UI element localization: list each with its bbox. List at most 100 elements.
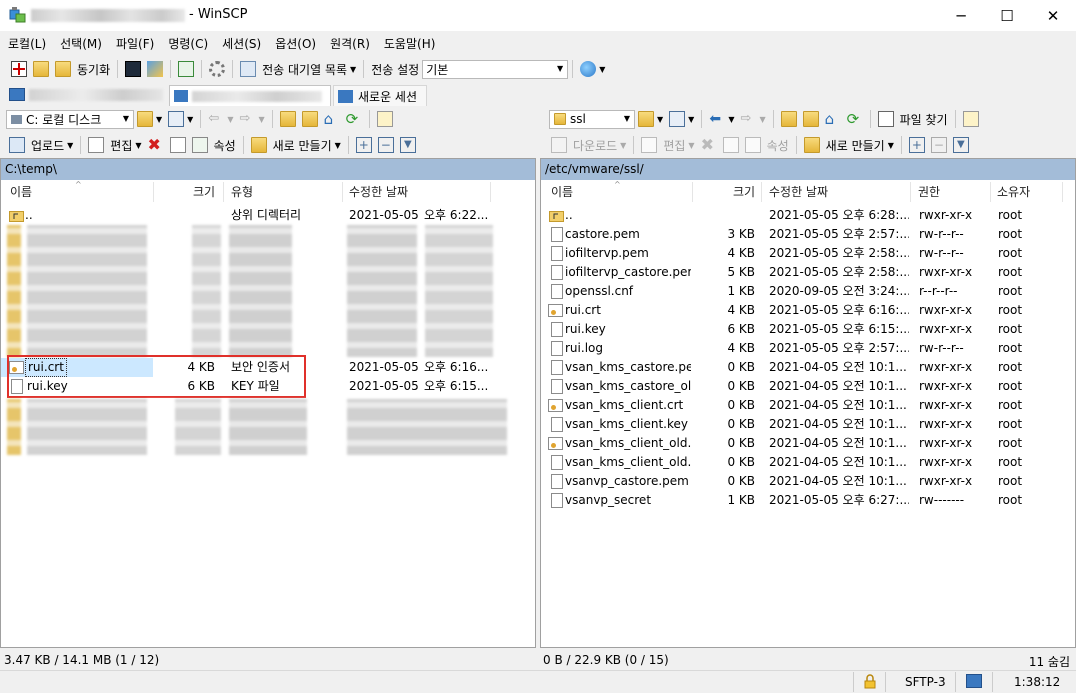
open-folder-icon[interactable]	[137, 111, 153, 127]
globe-icon[interactable]	[580, 61, 597, 77]
table-row[interactable]: .. 상위 디렉터리 2021-05-05 오후 6:22...	[1, 206, 535, 225]
table-row[interactable]: vsan_kms_castore.pem 0 KB 2021-04-05 오전 10…	[541, 358, 1075, 377]
filter-icon[interactable]	[168, 111, 185, 127]
properties-label[interactable]: 속성	[214, 137, 236, 154]
chevron-down-icon[interactable]: ▼	[688, 115, 694, 124]
menu-select[interactable]: 선택(M)	[52, 33, 108, 55]
session-tab-active[interactable]	[169, 85, 331, 106]
transfer-queue-label[interactable]: 전송 대기열 목록	[262, 61, 347, 78]
table-row[interactable]: vsan_kms_client.crt 0 KB 2021-04-05 오전 10:…	[541, 396, 1075, 415]
tree-icon[interactable]	[962, 111, 979, 127]
col-name-header[interactable]: 이름	[551, 182, 573, 202]
home-icon[interactable]: ⌂	[324, 111, 340, 127]
synchronize-label[interactable]: 동기화	[77, 61, 110, 78]
local-path-bar[interactable]: C:\temp\	[1, 159, 535, 180]
unselect-minus-icon[interactable]: −	[377, 137, 394, 153]
chevron-down-icon[interactable]: ▼	[888, 141, 894, 150]
tree-icon[interactable]	[376, 111, 393, 127]
root-dir-icon[interactable]	[802, 111, 819, 127]
delete-icon[interactable]: ✖	[148, 137, 164, 153]
local-drive-select[interactable]: C: 로컬 디스크 ▼	[6, 109, 134, 129]
find-files-icon[interactable]	[877, 111, 894, 127]
new-folder-icon[interactable]	[803, 137, 820, 153]
edit-label[interactable]: 편집	[110, 137, 132, 154]
table-row[interactable]: vsanvp_castore.pem 0 KB 2021-04-05 오전 10:1…	[541, 472, 1075, 491]
table-row[interactable]: iofiltervp_castore.pem 5 KB 2021-05-05 오후 …	[541, 263, 1075, 282]
chevron-down-icon[interactable]: ▼	[350, 65, 356, 74]
menu-session[interactable]: 세션(S)	[214, 33, 267, 55]
table-row[interactable]: vsanvp_secret 1 KB 2021-05-05 오후 6:27:... r…	[541, 491, 1075, 510]
table-row[interactable]: .. 2021-05-05 오후 6:28:... rwxr-xr-x root	[541, 206, 1075, 225]
menu-file[interactable]: 파일(F)	[108, 33, 160, 55]
minimize-button[interactable]: ─	[938, 0, 984, 31]
refresh-all-icon[interactable]	[178, 61, 195, 77]
maximize-button[interactable]: ☐	[984, 0, 1030, 31]
download-icon[interactable]	[551, 137, 567, 153]
connection-monitor-icon[interactable]	[966, 674, 982, 688]
col-owner-header[interactable]: 소유자	[997, 182, 1030, 202]
edit-label[interactable]: 편집	[663, 137, 685, 154]
col-name-header[interactable]: 이름	[10, 182, 32, 202]
properties-icon[interactable]	[191, 137, 208, 153]
rename-icon[interactable]	[169, 137, 186, 153]
parent-dir-icon[interactable]	[279, 111, 296, 127]
close-button[interactable]: ✕	[1030, 0, 1076, 31]
col-rights-header[interactable]: 권한	[918, 182, 940, 202]
upload-icon[interactable]	[9, 137, 25, 153]
delete-icon[interactable]: ✖	[701, 137, 717, 153]
chevron-down-icon[interactable]: ▼	[657, 115, 663, 124]
edit-pencil-icon[interactable]	[641, 137, 658, 153]
menu-remote[interactable]: 원격(R)	[322, 33, 376, 55]
table-row[interactable]: vsan_kms_client.key 0 KB 2021-04-05 오전 10:…	[541, 415, 1075, 434]
table-row[interactable]: rui.log 4 KB 2021-05-05 오후 2:57:... rw-r--r…	[541, 339, 1075, 358]
forward-arrow-icon[interactable]: ⇨	[740, 111, 756, 127]
table-row[interactable]: vsan_kms_client_old.... 0 KB 2021-04-05 오전…	[541, 453, 1075, 472]
sync-browsing-icon[interactable]	[33, 61, 49, 77]
chevron-down-icon[interactable]: ▼	[728, 115, 734, 124]
filter-select-icon[interactable]: ▼	[399, 137, 416, 153]
synchronize-icon[interactable]	[55, 61, 71, 77]
chevron-down-icon[interactable]: ▼	[67, 141, 73, 150]
upload-label[interactable]: 업로드	[31, 137, 64, 154]
chevron-down-icon[interactable]: ▼	[335, 141, 341, 150]
new-folder-icon[interactable]	[250, 137, 267, 153]
table-row[interactable]: iofiltervp.pem 4 KB 2021-05-05 오후 2:58:...…	[541, 244, 1075, 263]
find-files-label[interactable]: 파일 찾기	[900, 111, 948, 128]
menu-commands[interactable]: 명령(C)	[160, 33, 214, 55]
edit-pencil-icon[interactable]	[88, 137, 105, 153]
table-row[interactable]: vsan_kms_castore_ol... 0 KB 2021-04-05 오전 …	[541, 377, 1075, 396]
back-arrow-icon[interactable]: ⬅	[709, 111, 725, 127]
chevron-down-icon[interactable]: ▼	[620, 141, 626, 150]
chevron-down-icon[interactable]: ▼	[599, 65, 605, 74]
menu-options[interactable]: 옵션(O)	[267, 33, 322, 55]
session-tab-redacted[interactable]	[29, 89, 163, 101]
menu-local[interactable]: 로컬(L)	[0, 33, 52, 55]
filter-select-icon[interactable]: ▼	[952, 137, 969, 153]
chevron-down-icon[interactable]: ▼	[759, 115, 765, 124]
new-label[interactable]: 새로 만들기	[826, 137, 885, 154]
remote-dir-select[interactable]: ssl ▼	[549, 109, 635, 129]
select-plus-icon[interactable]: +	[355, 137, 372, 153]
properties-icon[interactable]	[744, 137, 761, 153]
col-modified-header[interactable]: 수정한 날짜	[769, 182, 828, 202]
open-folder-icon[interactable]	[638, 111, 654, 127]
chevron-down-icon[interactable]: ▼	[227, 115, 233, 124]
back-arrow-icon[interactable]: ⇦	[208, 111, 224, 127]
table-row[interactable]: rui.crt 4 KB 2021-05-05 오후 6:16:... rwxr-xr…	[541, 301, 1075, 320]
col-modified-header[interactable]: 수정한 날짜	[349, 182, 408, 202]
home-icon[interactable]: ⌂	[825, 111, 841, 127]
col-type-header[interactable]: 유형	[231, 182, 253, 202]
hidden-count-text[interactable]: 11 숨김	[1029, 653, 1070, 670]
table-row[interactable]: rui.key 6 KB 2021-05-05 오후 6:15:... rwxr-xr…	[541, 320, 1075, 339]
chevron-down-icon[interactable]: ▼	[156, 115, 162, 124]
new-label[interactable]: 새로 만들기	[273, 137, 332, 154]
table-row[interactable]: castore.pem 3 KB 2021-05-05 오후 2:57:... rw-…	[541, 225, 1075, 244]
select-plus-icon[interactable]: +	[908, 137, 925, 153]
lock-icon[interactable]	[864, 674, 876, 689]
compare-dirs-icon[interactable]	[11, 61, 27, 77]
rename-icon[interactable]	[722, 137, 739, 153]
unselect-minus-icon[interactable]: −	[930, 137, 947, 153]
table-row[interactable]: openssl.cnf 1 KB 2020-09-05 오전 3:24:... r--…	[541, 282, 1075, 301]
chevron-down-icon[interactable]: ▼	[135, 141, 141, 150]
table-row[interactable]: vsan_kms_client_old.crt 0 KB 2021-04-05 오전…	[541, 434, 1075, 453]
